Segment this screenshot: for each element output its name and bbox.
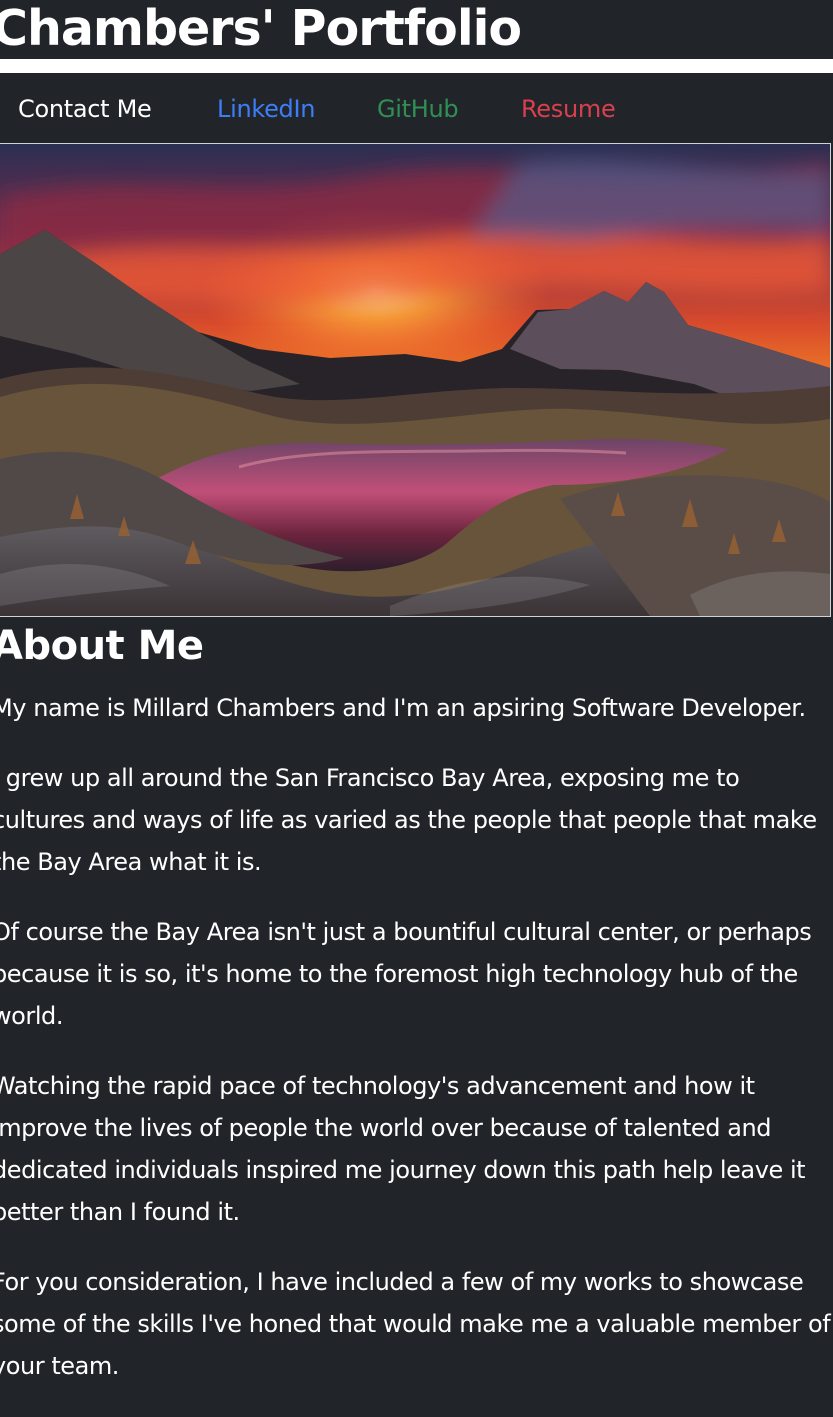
- portfolio-page: Chambers' Portfolio Contact Me LinkedIn …: [0, 0, 833, 1417]
- about-paragraph-1: My name is Millard Chambers and I'm an a…: [0, 694, 806, 722]
- about-paragraph-2: I grew up all around the San Francisco B…: [0, 764, 817, 876]
- about-section: About Me My name is Millard Chambers and…: [0, 620, 833, 1415]
- hero-image: [0, 143, 831, 617]
- nav-resume-link[interactable]: Resume: [521, 92, 616, 126]
- nav-contact-link[interactable]: Contact Me: [18, 92, 152, 126]
- header-divider: [0, 59, 833, 73]
- about-paragraph-4: Watching the rapid pace of technology's …: [0, 1072, 806, 1226]
- nav-linkedin-link[interactable]: LinkedIn: [217, 92, 315, 126]
- nav-github-link[interactable]: GitHub: [377, 92, 459, 126]
- main-nav: Contact Me LinkedIn GitHub Resume: [0, 73, 833, 143]
- about-paragraph-5: For you consideration, I have included a…: [0, 1268, 831, 1380]
- page-title: Chambers' Portfolio: [0, 0, 522, 57]
- about-paragraph-3: Of course the Bay Area isn't just a boun…: [0, 918, 812, 1030]
- about-heading: About Me: [0, 623, 204, 669]
